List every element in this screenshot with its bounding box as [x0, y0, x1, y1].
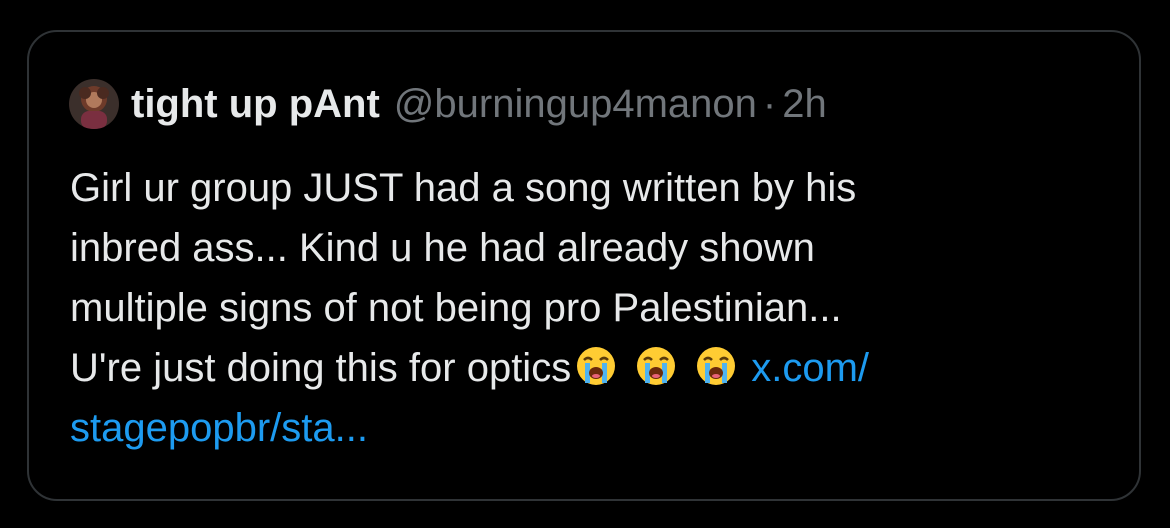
tweet-text-line: multiple signs of not being pro Palestin… [70, 286, 842, 330]
tweet-text-line: Girl ur group JUST had a song written by… [70, 166, 857, 210]
tweet-text-line: inbred ass... Kind u he had already show… [70, 226, 815, 270]
avatar[interactable] [69, 79, 119, 129]
author-display-name[interactable]: tight up pAnt [131, 82, 380, 127]
tweet-text-segment: U're just doing this for optics [70, 346, 572, 390]
loudly-crying-face-icon [635, 345, 677, 387]
avatar-image [69, 79, 119, 129]
tweet-link[interactable]: x.com/ [751, 346, 869, 390]
tweet-timestamp[interactable]: 2h [782, 82, 827, 127]
tweet-text-line-link: stagepopbr/sta... [70, 398, 1080, 458]
author-handle[interactable]: @burningup4manon [394, 82, 757, 127]
tweet-link-continued[interactable]: stagepopbr/sta... [70, 406, 368, 450]
tweet-text-line-with-link: U're just doing this for optics x.com/ [70, 338, 1080, 398]
loudly-crying-face-icon [575, 345, 617, 387]
tweet-text: Girl ur group JUST had a song written by… [70, 158, 1080, 458]
quoted-tweet-card[interactable]: tight up pAnt @burningup4manon · 2h Girl… [27, 30, 1141, 501]
tweet-header: tight up pAnt @burningup4manon · 2h [69, 78, 827, 130]
header-separator: · [762, 81, 777, 126]
loudly-crying-face-icon [695, 345, 737, 387]
